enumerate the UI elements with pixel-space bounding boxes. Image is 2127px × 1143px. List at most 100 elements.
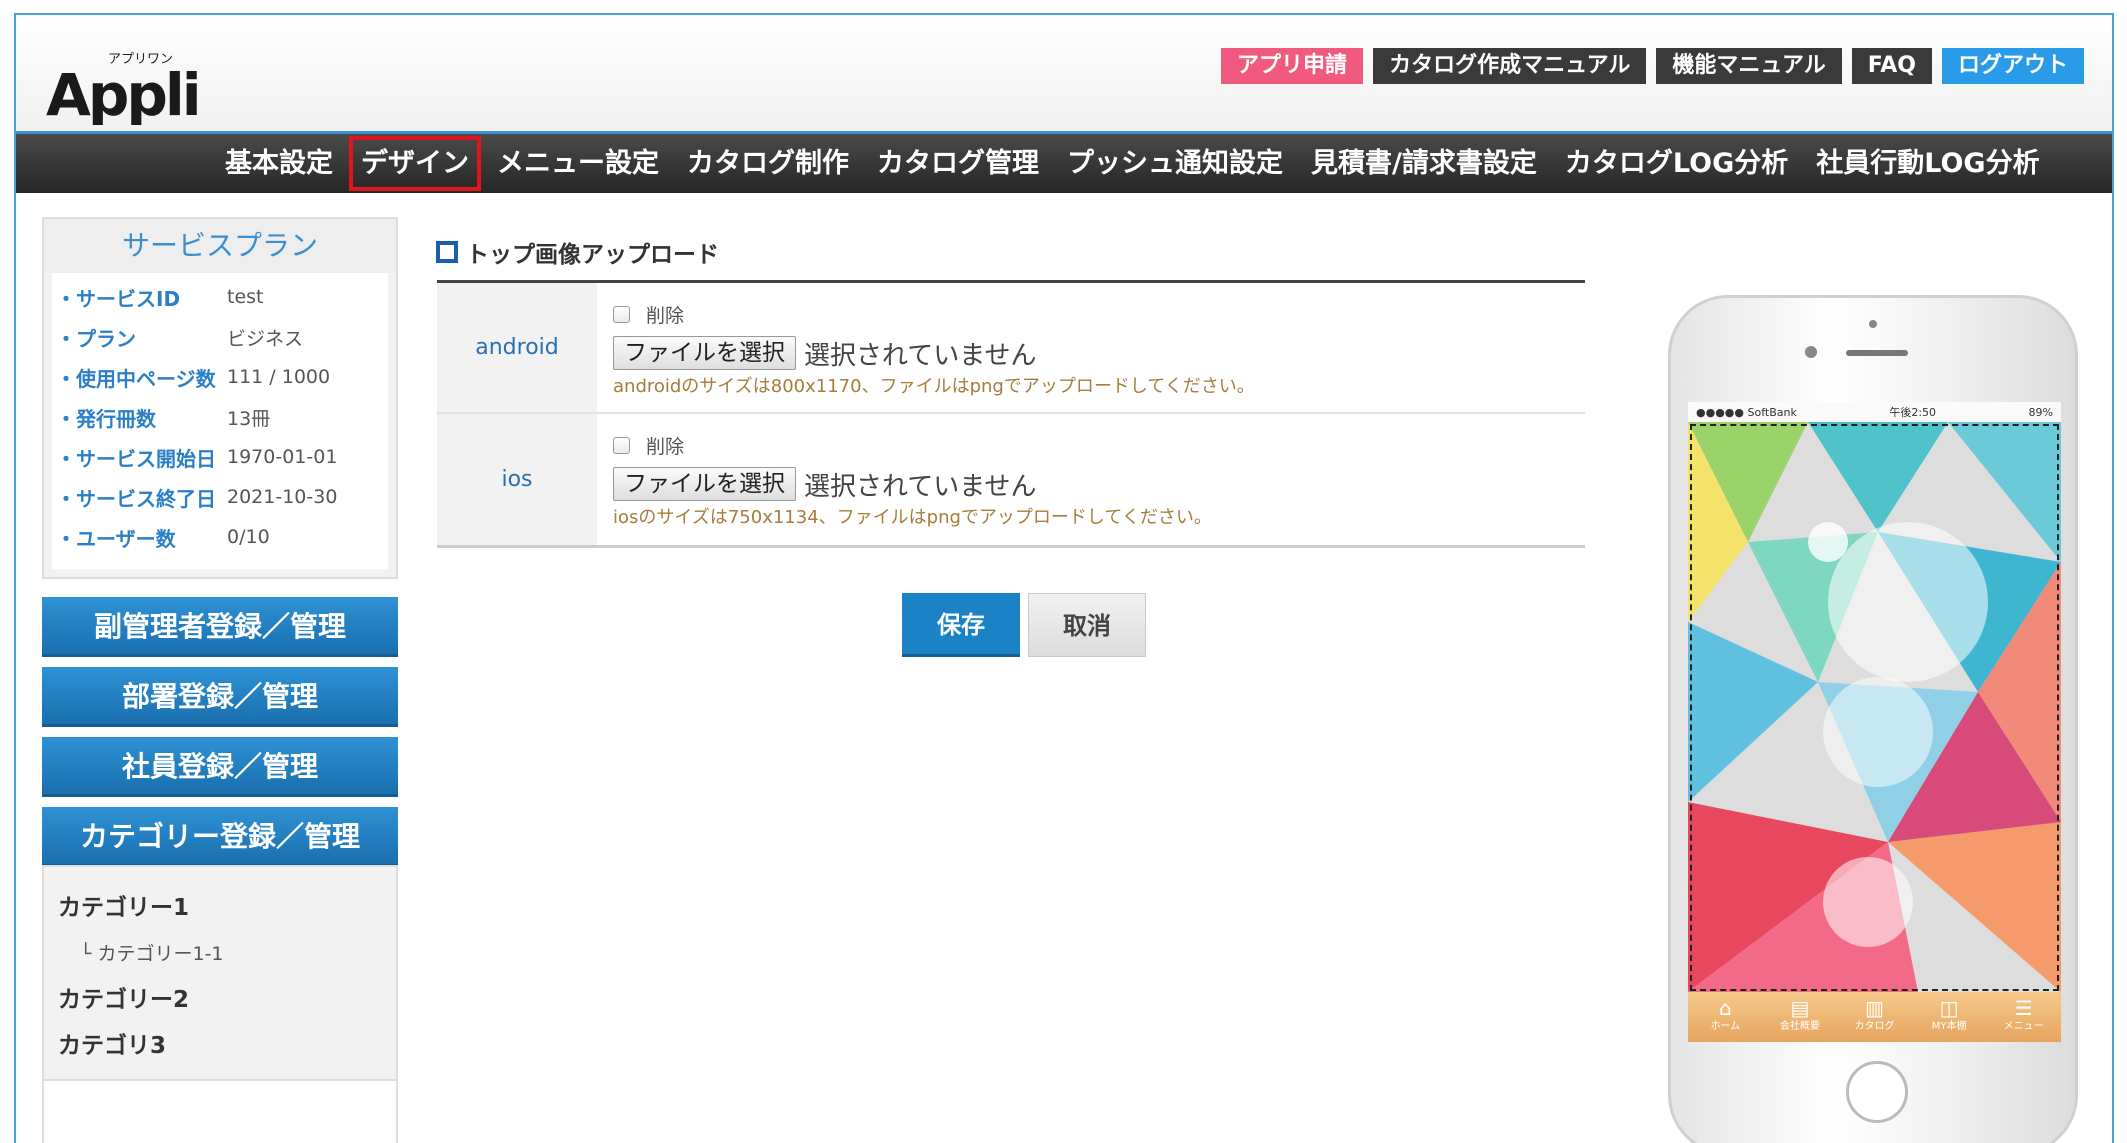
main-nav: 基本設定 デザイン メニュー設定 カタログ制作 カタログ管理 プッシュ通知設定 見積書/請求… (16, 131, 2112, 193)
square-icon (436, 241, 458, 263)
header: アプリワン Appli アプリ申請 カタログ作成マニュアル 機能マニュアル FAQ ログ… (16, 15, 2112, 131)
nav-item-2[interactable]: メニュー設定 (483, 134, 673, 193)
phone-tab-label: カタログ (1854, 1021, 1895, 1032)
phone-tab[interactable]: ◫ MY本棚 (1912, 992, 1987, 1042)
category-empty-area (44, 1079, 396, 1143)
plan-value: 111 / 1000 (227, 366, 331, 388)
phone-tab[interactable]: ☰ メニュー (1986, 992, 2061, 1042)
phone-tab-label: ホーム (1710, 1021, 1741, 1032)
upload-table: android 削除 ファイルを選択 選択されていません androidのサイズは800… (437, 280, 1585, 548)
plan-row: ・使用中ページ数 111 / 1000 (52, 357, 388, 397)
top-link-3[interactable]: FAQ (1851, 48, 1932, 84)
top-links: アプリ申請 カタログ作成マニュアル 機能マニュアル FAQ ログアウト (1221, 48, 2084, 84)
platform-label: ios (437, 414, 597, 545)
nav-item-4[interactable]: カタログ管理 (863, 134, 1053, 193)
section-title: トップ画像アップロード (436, 235, 719, 269)
phone-sensor (1869, 320, 1877, 328)
nav-item-7[interactable]: カタログLOG分析 (1551, 134, 1802, 193)
menu-icon: ☰ (2014, 996, 2033, 1020)
nav-item-5[interactable]: プッシュ通知設定 (1053, 134, 1297, 193)
plan-row: ・サービスID test (52, 277, 388, 317)
plan-value: 0/10 (227, 526, 270, 548)
choose-file-button[interactable]: ファイルを選択 (613, 336, 796, 370)
file-line: ファイルを選択 選択されていません (613, 333, 1569, 373)
phone-tab[interactable]: ⌂ ホーム (1688, 992, 1763, 1042)
save-button[interactable]: 保存 (902, 593, 1020, 657)
battery-label: 89% (2028, 405, 2053, 419)
plan-row: ・サービス終了日 2021-10-30 (52, 477, 388, 517)
plan-key: ・サービス開始日 (56, 446, 216, 471)
top-link-4[interactable]: ログアウト (1941, 48, 2084, 84)
plan-row: ・サービス開始日 1970-01-01 (52, 437, 388, 477)
upload-row-ios: ios 削除 ファイルを選択 選択されていません iosのサイズは750x1134、ファ… (437, 414, 1585, 545)
service-plan-title: サービスプラン (44, 219, 396, 273)
choose-file-button[interactable]: ファイルを選択 (613, 467, 796, 501)
top-link-2[interactable]: 機能マニュアル (1656, 48, 1842, 84)
category-box: カテゴリー1 └ カテゴリー1-1 カテゴリー2 カテゴリ3 (42, 865, 398, 1143)
home-icon: ⌂ (1718, 996, 1732, 1020)
top-link-0[interactable]: アプリ申請 (1221, 48, 1364, 84)
plan-key: ・サービスID (56, 286, 181, 311)
top-link-1[interactable]: カタログ作成マニュアル (1373, 48, 1647, 84)
nav-items: 基本設定 デザイン メニュー設定 カタログ制作 カタログ管理 プッシュ通知設定 見積書/請求… (211, 134, 2054, 193)
plan-key: ・発行冊数 (56, 406, 156, 431)
platform-label: android (437, 283, 597, 412)
nav-item-0[interactable]: 基本設定 (211, 134, 347, 193)
sidebar-button-0[interactable]: 副管理者登録／管理 (42, 597, 398, 657)
sidebar-button-3[interactable]: カテゴリー登録／管理 (42, 807, 398, 867)
upload-row-android: android 削除ファイルを選択 選択されていません androidのサイズは800… (437, 283, 1585, 414)
carrier-label: ●●●●● SoftBank (1696, 405, 1797, 419)
phone-home-button (1846, 1061, 1908, 1123)
phone-speaker (1846, 350, 1908, 356)
time-label: 午後2:50 (1889, 406, 1937, 419)
plan-row: ・プラン ビジネス (52, 317, 388, 357)
upload-cell: 削除ファイルを選択 選択されていません androidのサイズは800x1170、フ… (597, 283, 1585, 412)
category-item[interactable]: カテゴリ3 (58, 1023, 382, 1069)
sidebar-button-2[interactable]: 社員登録／管理 (42, 737, 398, 797)
delete-checkbox[interactable] (613, 305, 630, 323)
category-item[interactable]: カテゴリー2 (58, 977, 382, 1023)
phone-tab[interactable]: ▥ カタログ (1837, 992, 1912, 1042)
plan-row: ・ユーザー数 0/10 (52, 517, 388, 557)
plan-key: ・ユーザー数 (56, 526, 176, 551)
page-frame: アプリワン Appli アプリ申請 カタログ作成マニュアル 機能マニュアル FAQ ログ… (14, 13, 2114, 1143)
delete-label: 削除 (646, 435, 685, 458)
size-hint: androidのサイズは800x1170、ファイルはpngでアップロードしてくだ… (613, 376, 1255, 397)
category-list: カテゴリー1 └ カテゴリー1-1 カテゴリー2 カテゴリ3 (44, 867, 396, 1079)
nav-item-8[interactable]: 社員行動LOG分析 (1802, 134, 2053, 193)
phone-camera-icon (1805, 346, 1817, 358)
section-title-text: トップ画像アップロード (466, 242, 719, 268)
nav-item-3[interactable]: カタログ制作 (673, 134, 863, 193)
phone-status-bar: ●●●●● SoftBank 午後2:50 89% (1688, 402, 2061, 422)
phone-tab-label: MY本棚 (1931, 1021, 1967, 1032)
size-hint: iosのサイズは750x1134、ファイルはpngでアップロードしてください。 (613, 507, 1212, 528)
nav-item-1[interactable]: デザイン (347, 134, 483, 193)
top-image-preview (1688, 422, 2061, 992)
category-item[interactable]: └ カテゴリー1-1 (58, 931, 382, 977)
catalog-icon: ▥ (1865, 996, 1884, 1020)
phone-screen: ●●●●● SoftBank 午後2:50 89% ⌂ ホーム ▤ 会社概要 ▥… (1688, 402, 2061, 1042)
delete-line: 削除 (613, 430, 1569, 460)
cancel-button[interactable]: 取消 (1028, 593, 1146, 657)
plan-key: ・サービス終了日 (56, 486, 216, 511)
plan-row: ・発行冊数 13冊 (52, 397, 388, 437)
plan-value: 2021-10-30 (227, 486, 338, 508)
nav-item-6[interactable]: 見積書/請求書設定 (1297, 134, 1551, 193)
phone-tab-label: 会社概要 (1779, 1021, 1820, 1032)
phone-tab[interactable]: ▤ 会社概要 (1763, 992, 1838, 1042)
plan-value: test (227, 286, 264, 308)
category-item[interactable]: カテゴリー1 (58, 885, 382, 931)
file-status: 選択されていません (804, 340, 1037, 371)
book-icon: ◫ (1939, 996, 1959, 1020)
plan-value: ビジネス (227, 327, 304, 350)
sidebar-button-1[interactable]: 部署登録／管理 (42, 667, 398, 727)
plan-key: ・使用中ページ数 (56, 366, 216, 391)
delete-checkbox[interactable] (613, 436, 630, 454)
plan-key: ・プラン (56, 326, 136, 351)
app-logo[interactable]: アプリワン Appli (46, 45, 221, 125)
delete-line: 削除 (613, 299, 1569, 329)
service-plan-box: サービスプラン ・サービスID test ・プラン ビジネス ・使用中ページ数 111 /… (42, 217, 398, 579)
phone-tab-label: メニュー (2003, 1021, 2044, 1032)
service-plan-table: ・サービスID test ・プラン ビジネス ・使用中ページ数 111 / 1000 ・発行… (52, 273, 388, 569)
plan-value: 1970-01-01 (227, 446, 338, 468)
